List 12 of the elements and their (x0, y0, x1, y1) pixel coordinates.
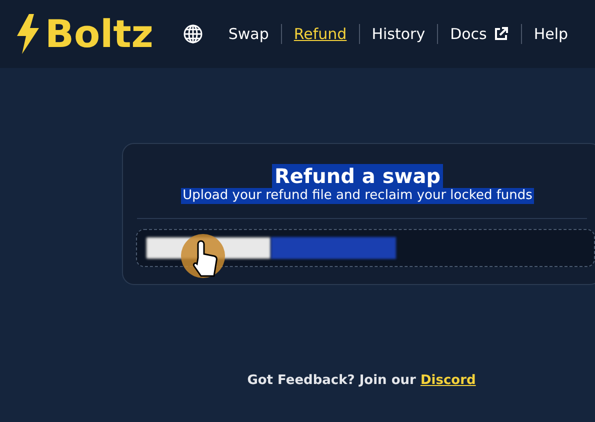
nav-link[interactable]: Refund (294, 22, 347, 46)
card-title: Refund a swap (272, 164, 443, 188)
logo[interactable]: Boltz (45, 15, 154, 53)
feedback-text: Got Feedback? Join our Discord (247, 372, 476, 390)
nav-link[interactable]: History (372, 22, 426, 46)
lightning-icon (15, 14, 41, 54)
nav-link[interactable]: Docs (450, 22, 509, 46)
nav-link[interactable]: Help (534, 22, 568, 46)
discord-link[interactable]: Discord (420, 373, 476, 388)
card-subtitle: Upload your refund file and reclaim your locked funds (180, 188, 534, 204)
globe-icon[interactable] (183, 24, 204, 44)
nav-link[interactable]: Swap (228, 22, 269, 46)
